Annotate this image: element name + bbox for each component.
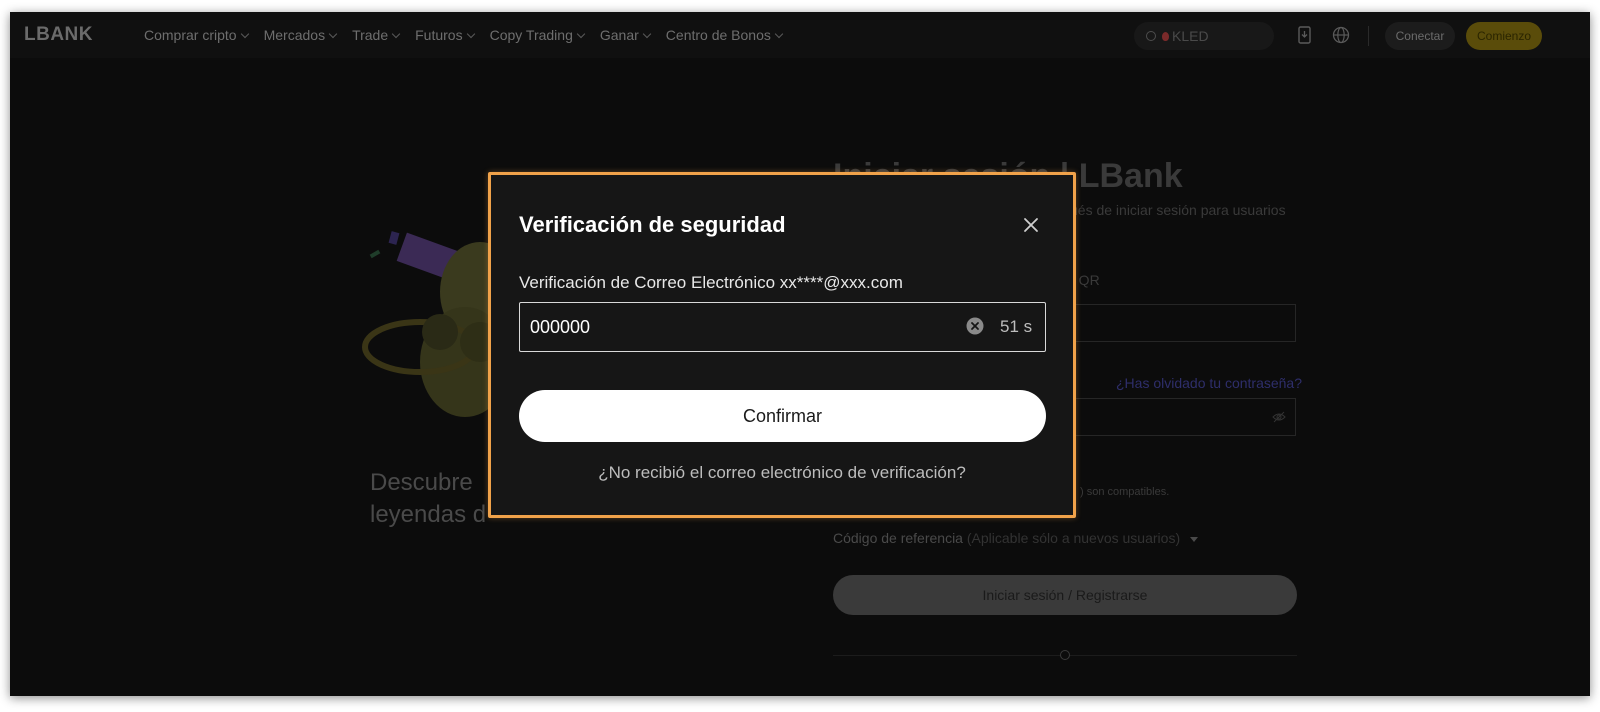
- menu-item-comprar-cripto[interactable]: Comprar cripto: [144, 27, 249, 43]
- lbank-logo[interactable]: LBANK: [24, 24, 93, 46]
- promo-line: leyendas d: [370, 501, 487, 528]
- resend-countdown: 51 s: [1000, 317, 1033, 336]
- globe-icon[interactable]: [1332, 26, 1350, 44]
- menu-item-ganar[interactable]: Ganar: [599, 27, 652, 43]
- menu-label: Centro de Bonos: [665, 27, 771, 43]
- main-menu: Comprar cripto Mercados Trade Futuros Co…: [144, 12, 798, 58]
- divider-dot: [1060, 650, 1070, 660]
- confirm-button[interactable]: Confirmar: [519, 390, 1046, 442]
- search-icon: [1146, 31, 1156, 41]
- download-app-icon[interactable]: [1296, 26, 1314, 44]
- menu-label: Trade: [352, 27, 389, 43]
- connect-button[interactable]: Conectar: [1385, 22, 1455, 50]
- forgot-password-link[interactable]: ¿Has olvidado tu contraseña?: [1116, 375, 1302, 391]
- menu-item-futuros[interactable]: Futuros: [415, 27, 475, 43]
- menu-item-copy-trading[interactable]: Copy Trading: [489, 27, 586, 43]
- chevron-down-icon: [642, 29, 652, 38]
- search-keyword: KLED: [1172, 28, 1209, 44]
- referral-label: Código de referencia: [833, 530, 963, 546]
- dropdown-arrow-icon: [1190, 536, 1198, 542]
- verification-code-input[interactable]: [530, 303, 950, 351]
- security-verification-modal: Verificación de seguridad Verificación d…: [488, 172, 1076, 518]
- clear-icon[interactable]: [966, 317, 984, 335]
- top-nav: LBANK Comprar cripto Mercados Trade Futu…: [10, 12, 1590, 58]
- menu-label: Comprar cripto: [144, 27, 237, 43]
- referral-code-toggle[interactable]: Código de referencia (Aplicable sólo a n…: [833, 530, 1198, 546]
- modal-title: Verificación de seguridad: [519, 212, 786, 237]
- chevron-down-icon: [774, 29, 784, 38]
- email-verification-label: Verificación de Correo Electrónico xx***…: [519, 273, 903, 292]
- chevron-down-icon: [576, 29, 586, 38]
- compat-note: ) son compatibles.: [1080, 486, 1170, 498]
- fire-icon: [1162, 31, 1169, 41]
- close-icon[interactable]: [1019, 213, 1043, 237]
- menu-label: Mercados: [263, 27, 326, 43]
- nav-divider: [1368, 26, 1369, 46]
- search-box[interactable]: KLED: [1134, 22, 1274, 50]
- login-subtitle: ués de iniciar sesión para usuarios: [1070, 202, 1286, 218]
- login-register-button[interactable]: Iniciar sesión / Registrarse: [833, 575, 1297, 615]
- verification-code-field[interactable]: 51 s: [519, 302, 1046, 352]
- promo-line: Descubre: [370, 469, 473, 496]
- eye-off-icon[interactable]: [1272, 410, 1286, 424]
- chevron-down-icon: [240, 29, 249, 38]
- password-input[interactable]: [1074, 398, 1296, 436]
- menu-label: Futuros: [415, 27, 463, 43]
- menu-label: Copy Trading: [489, 27, 573, 43]
- chevron-down-icon: [328, 29, 338, 38]
- promo-text: Descubre leyendas d: [370, 467, 486, 531]
- referral-hint: (Aplicable sólo a nuevos usuarios): [966, 530, 1181, 546]
- no-email-received-link[interactable]: ¿No recibió el correo electrónico de ver…: [491, 463, 1073, 483]
- start-button[interactable]: Comienzo: [1466, 22, 1542, 50]
- chevron-down-icon: [466, 29, 475, 38]
- menu-item-centro-de-bonos[interactable]: Centro de Bonos: [665, 27, 784, 43]
- chevron-down-icon: [391, 29, 401, 38]
- app-window: LBANK Comprar cripto Mercados Trade Futu…: [10, 12, 1590, 696]
- account-input[interactable]: [1074, 304, 1296, 342]
- menu-item-trade[interactable]: Trade: [352, 27, 401, 43]
- menu-label: Ganar: [599, 27, 639, 43]
- menu-item-mercados[interactable]: Mercados: [263, 27, 338, 43]
